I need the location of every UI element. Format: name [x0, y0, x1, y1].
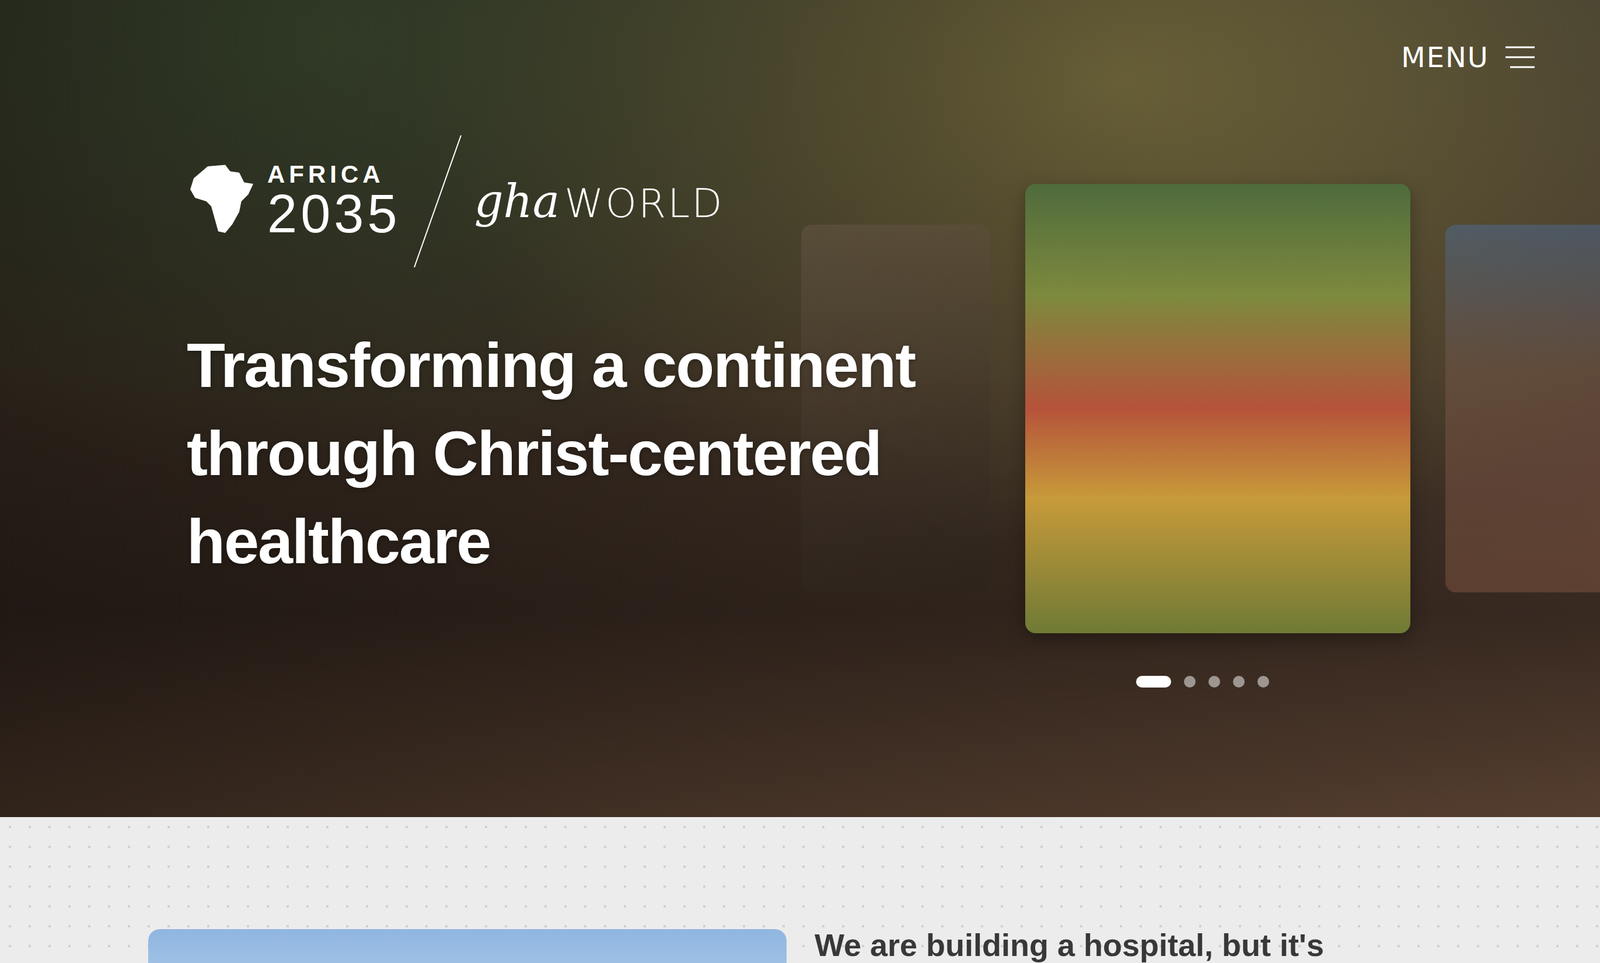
carousel-dot[interactable] — [1232, 675, 1245, 688]
logo-africa: AFRICA — [267, 162, 401, 187]
hero: MENU AFRICA2035 ghaWORLD Transforming a con… — [0, 0, 1600, 817]
partner-mark: gha — [474, 175, 561, 228]
hero-title: Transforming a continent through Christ-… — [186, 320, 917, 586]
partner-name: WORLD — [564, 180, 724, 227]
carousel-dot[interactable] — [1257, 675, 1270, 688]
menu-label: MENU — [1401, 40, 1490, 74]
menu-button[interactable]: MENU — [1401, 40, 1536, 74]
logo-wordmark: AFRICA2035 — [267, 162, 401, 241]
logo-year: 2035 — [267, 186, 401, 241]
hero-content: AFRICA2035 ghaWORLD Transforming a contine… — [0, 0, 917, 586]
intro-section: We are building a hospital, but it's — [0, 816, 1600, 963]
carousel[interactable] — [801, 183, 1600, 634]
carousel-dot[interactable] — [1136, 675, 1172, 688]
carousel-slide[interactable] — [1445, 224, 1600, 593]
intro-heading: We are building a hospital, but it's — [814, 928, 1542, 961]
carousel-slide[interactable] — [801, 224, 991, 593]
carousel-dots — [1136, 675, 1270, 688]
africa-map-icon — [186, 157, 257, 246]
carousel-slide[interactable] — [1025, 183, 1411, 634]
page: MENU AFRICA2035 ghaWORLD Transforming a con… — [0, 0, 1600, 963]
carousel-dot[interactable] — [1208, 675, 1221, 688]
partner-logo: ghaWORLD — [474, 175, 725, 228]
logo-divider — [411, 134, 464, 269]
site-logo[interactable]: AFRICA2035 ghaWORLD — [186, 134, 917, 269]
hamburger-icon — [1504, 44, 1536, 70]
intro-photo — [148, 928, 787, 963]
carousel-dot[interactable] — [1183, 675, 1196, 688]
